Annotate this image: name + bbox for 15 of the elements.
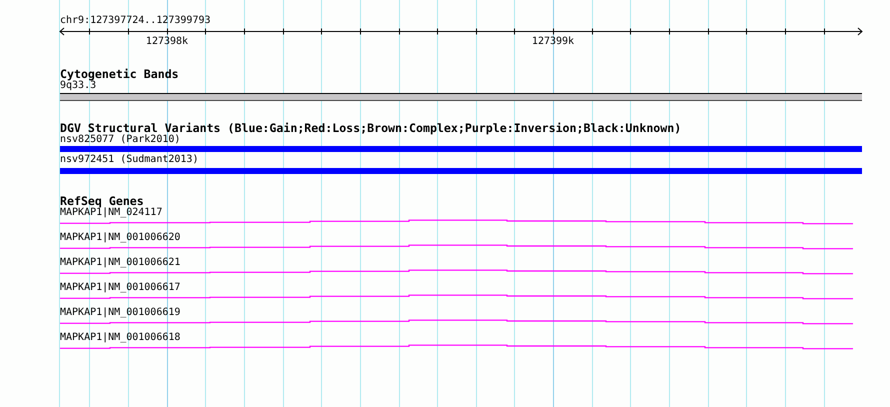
track-title: DGV Structural Variants (Blue:Gain;Red:Loss;Brown:Complex;Purple:Inversion;Black:Unknown)	[60, 122, 682, 134]
region-label: chr9:127397724..127399793	[60, 15, 212, 27]
feature-label: 9q33.3	[60, 80, 96, 92]
feature-label: MAPKAP1|NM_024117	[60, 207, 164, 219]
feature-label: nsv972451 (Sudmant2013)	[60, 154, 200, 166]
feature-label: MAPKAP1|NM_001006619	[60, 307, 182, 319]
feature-label: MAPKAP1|NM_001006617	[60, 282, 182, 294]
feature-label: MAPKAP1|NM_001006620	[60, 232, 182, 244]
feature-label: nsv825077 (Park2010)	[60, 134, 182, 146]
tick-label: 127398k	[146, 37, 188, 47]
tick-label: 127399k	[532, 37, 574, 47]
feature-label: MAPKAP1|NM_001006621	[60, 257, 182, 269]
feature-label: MAPKAP1|NM_001006618	[60, 332, 182, 344]
track-title: Cytogenetic Bands	[60, 68, 180, 80]
track-title: RefSeq Genes	[60, 195, 144, 207]
